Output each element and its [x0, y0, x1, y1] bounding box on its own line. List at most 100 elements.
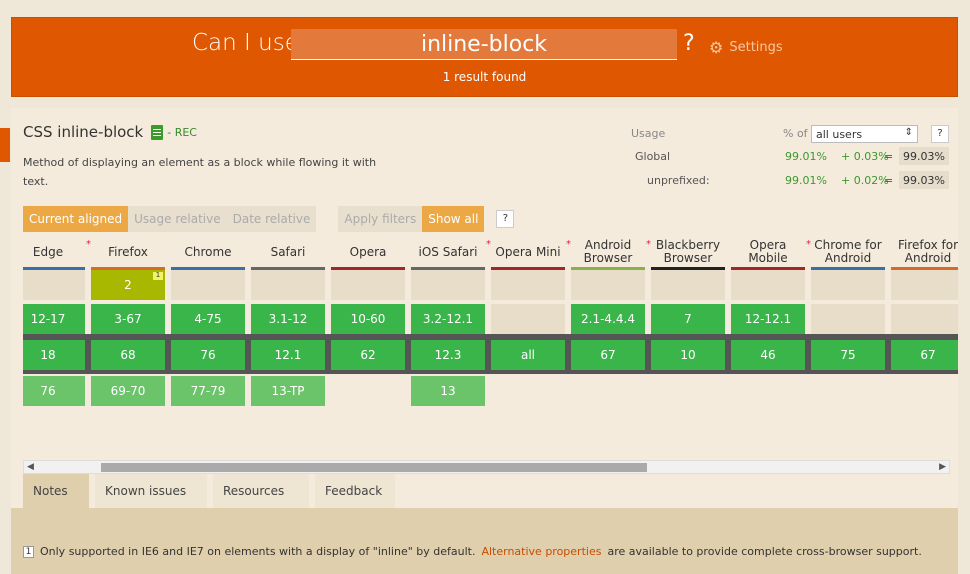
browser-name-label: Android Browser — [583, 238, 633, 265]
horizontal-scrollbar[interactable]: ◀ ▶ — [23, 460, 950, 474]
support-cell[interactable]: 3-67 — [91, 304, 165, 334]
users-select-value: all users — [816, 128, 863, 141]
support-cell[interactable]: 77-79 — [171, 376, 245, 406]
detail-tabs: Notes Known issues (1) Resources (4) Fee… — [23, 474, 958, 532]
support-cell[interactable]: 2.1-4.4.4 — [571, 304, 645, 334]
support-cell[interactable]: 21 — [91, 270, 165, 300]
alternative-properties-link[interactable]: Alternative properties — [481, 545, 601, 558]
footnote-text: Only supported in IE6 and IE7 on element… — [40, 545, 476, 558]
support-cell[interactable]: 4-75 — [171, 304, 245, 334]
feature-description: Method of displaying an element as a blo… — [23, 156, 377, 188]
support-cell[interactable]: 3.1-12 — [251, 304, 325, 334]
browser-name[interactable]: Chrome for Android — [811, 236, 885, 268]
browser-column: Safari 3.1-12 12.1 13-TP — [251, 236, 325, 461]
show-all-button[interactable]: Show all — [422, 206, 485, 232]
search-box[interactable] — [291, 29, 677, 60]
support-cell-empty — [491, 304, 565, 334]
support-cell-empty — [891, 304, 958, 334]
spec-document-icon[interactable] — [151, 124, 164, 140]
support-cell[interactable]: 18 — [23, 340, 85, 370]
scroll-left-icon[interactable]: ◀ — [27, 461, 34, 473]
browser-name[interactable]: Edge * — [23, 236, 91, 268]
global-supported: 99.01% — [785, 150, 827, 163]
unprefixed-label: unprefixed: — [647, 174, 710, 187]
browser-name-label: Opera Mobile — [748, 238, 788, 265]
browser-column: Opera Mini * all — [491, 236, 571, 461]
browser-name[interactable]: iOS Safari * — [411, 236, 491, 268]
tab-feedback[interactable]: Feedback — [315, 474, 395, 508]
current-aligned-button[interactable]: Current aligned — [23, 206, 129, 232]
browser-column: Opera 10-60 62 — [331, 236, 405, 461]
spec-status[interactable]: - REC — [167, 126, 197, 139]
users-select[interactable]: all users ⇕ — [811, 125, 918, 143]
browser-name-label: Opera — [349, 244, 387, 259]
support-cell[interactable]: 12-17 — [23, 304, 85, 334]
tab-notes[interactable]: Notes — [23, 474, 89, 508]
select-arrows-icon: ⇕ — [904, 127, 913, 138]
support-cell[interactable]: 75 — [811, 340, 885, 370]
support-cell[interactable]: 12.3 — [411, 340, 485, 370]
support-cell[interactable]: 67 — [571, 340, 645, 370]
browser-name[interactable]: Blackberry Browser — [651, 236, 725, 268]
support-cell-empty — [811, 270, 885, 300]
usage-help-button[interactable]: ? — [931, 125, 949, 143]
feature-title[interactable]: CSS inline-block — [23, 123, 143, 141]
support-cell[interactable]: 69-70 — [91, 376, 165, 406]
side-tab[interactable] — [0, 128, 10, 162]
notes-panel: 1 Only supported in IE6 and IE7 on eleme… — [11, 508, 958, 574]
support-cell-empty — [411, 270, 485, 300]
support-cell[interactable]: 12.1 — [251, 340, 325, 370]
scroll-right-icon[interactable]: ▶ — [939, 461, 946, 473]
support-cell-empty — [251, 270, 325, 300]
global-equals: = — [884, 150, 894, 163]
browser-name[interactable]: Firefox — [91, 236, 165, 268]
support-cell[interactable]: 12-12.1 — [731, 304, 805, 334]
support-cell-empty — [731, 270, 805, 300]
footnote: 1 Only supported in IE6 and IE7 on eleme… — [23, 545, 922, 558]
date-relative-button[interactable]: Date relative — [226, 206, 317, 232]
note-flag-icon: 1 — [153, 272, 163, 280]
search-input[interactable] — [291, 29, 677, 59]
view-help-button[interactable]: ? — [496, 210, 515, 228]
browser-column: Chrome for Android 75 — [811, 236, 885, 461]
footnote-text-after: are available to provide complete cross-… — [607, 545, 922, 558]
pct-of-label: % of — [783, 127, 808, 140]
browser-name[interactable]: Firefox for Android — [891, 236, 958, 268]
support-cell[interactable]: 62 — [331, 340, 405, 370]
support-cell[interactable]: 10-60 — [331, 304, 405, 334]
site-brand[interactable]: Can I use — [192, 30, 299, 56]
browser-column: Chrome 4-75 76 77-79 — [171, 236, 245, 461]
support-cell[interactable]: 7 — [651, 304, 725, 334]
browser-column: Edge * 12-17 18 76 — [23, 236, 91, 461]
apply-filters-button[interactable]: Apply filters — [338, 206, 423, 232]
browser-name[interactable]: Chrome — [171, 236, 245, 268]
browser-name-label: Firefox — [108, 244, 148, 259]
browser-name[interactable]: Opera Mini * — [491, 236, 571, 268]
tab-known-issues[interactable]: Known issues (1) — [95, 474, 207, 532]
support-cell[interactable]: 46 — [731, 340, 805, 370]
feature-panel: CSS inline-block - REC Method of display… — [11, 108, 958, 574]
usage-relative-button[interactable]: Usage relative — [128, 206, 227, 232]
support-cell[interactable]: 13-TP — [251, 376, 325, 406]
support-cell-empty — [811, 304, 885, 334]
support-cell[interactable]: all — [491, 340, 565, 370]
help-link[interactable]: ? — [683, 31, 695, 56]
support-cell[interactable]: 76 — [171, 340, 245, 370]
support-cell[interactable]: 68 — [91, 340, 165, 370]
support-cell[interactable]: 13 — [411, 376, 485, 406]
support-cell[interactable]: 10 — [651, 340, 725, 370]
scroll-thumb[interactable] — [101, 463, 647, 472]
browser-name[interactable]: Safari — [251, 236, 325, 268]
support-cell[interactable]: 3.2-12.1 — [411, 304, 485, 334]
tab-resources[interactable]: Resources (4) — [213, 474, 309, 532]
browser-name-label: Chrome for Android — [814, 238, 882, 265]
support-cell[interactable]: 76 — [23, 376, 85, 406]
unprefixed-supported: 99.01% — [785, 174, 827, 187]
browser-name[interactable]: Android Browser * — [571, 236, 651, 268]
browser-column: iOS Safari * 3.2-12.1 12.3 13 — [411, 236, 491, 461]
browser-name[interactable]: Opera — [331, 236, 405, 268]
support-cell[interactable]: 67 — [891, 340, 958, 370]
browser-name[interactable]: Opera Mobile * — [731, 236, 811, 268]
settings-button[interactable]: ⚙ Settings — [709, 38, 783, 57]
browser-name-label: Blackberry Browser — [655, 238, 721, 265]
